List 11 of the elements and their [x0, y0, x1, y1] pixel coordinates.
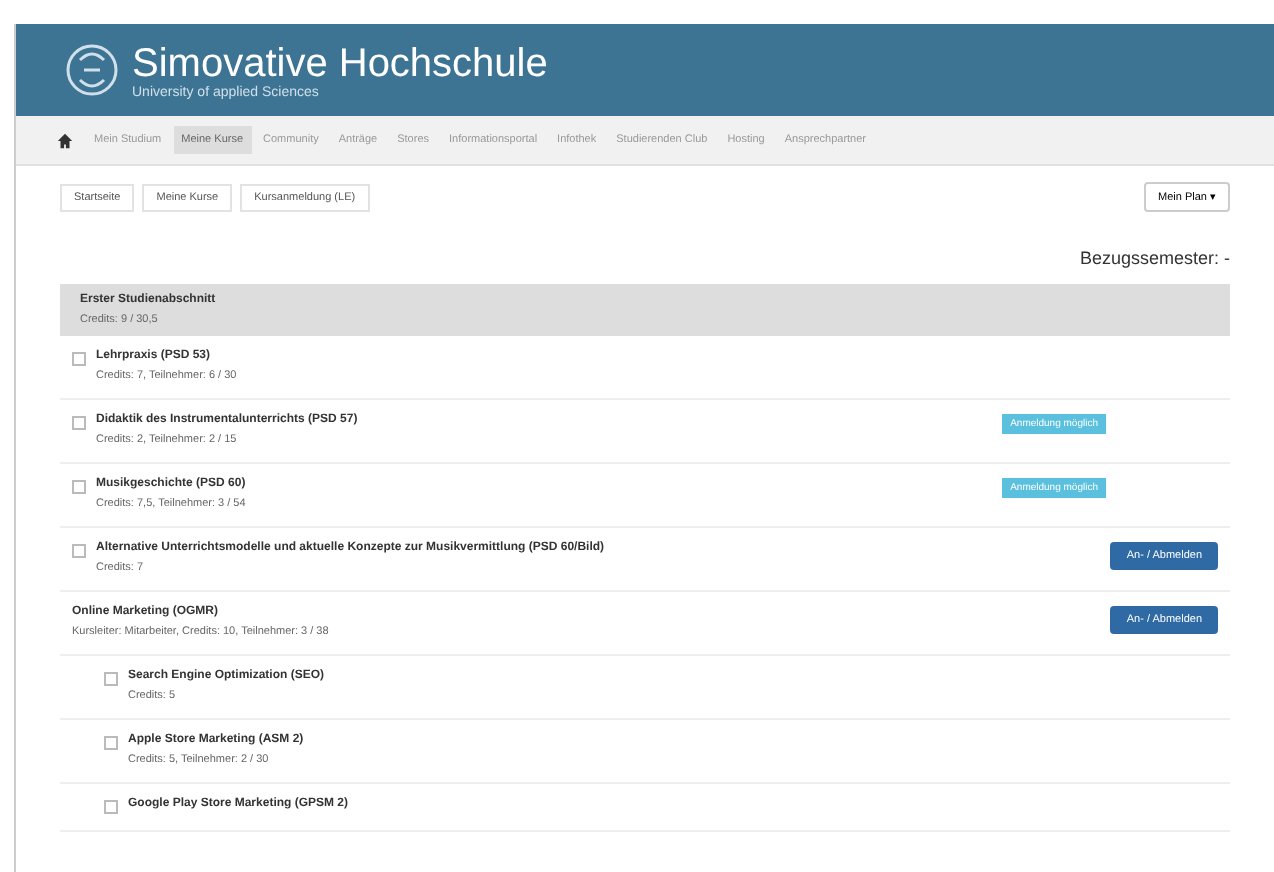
checkbox[interactable]: [72, 544, 86, 558]
logo-icon: [64, 40, 120, 100]
checkbox[interactable]: [72, 480, 86, 494]
site-title: Simovative Hochschule: [132, 41, 548, 85]
checkbox[interactable]: [104, 736, 118, 750]
checkbox[interactable]: [104, 672, 118, 686]
semester-label: Bezugssemester: -: [1077, 246, 1232, 272]
home-icon[interactable]: [56, 131, 74, 149]
checkbox[interactable]: [72, 352, 86, 366]
checkbox[interactable]: [72, 416, 86, 430]
checkbox[interactable]: [104, 800, 118, 814]
